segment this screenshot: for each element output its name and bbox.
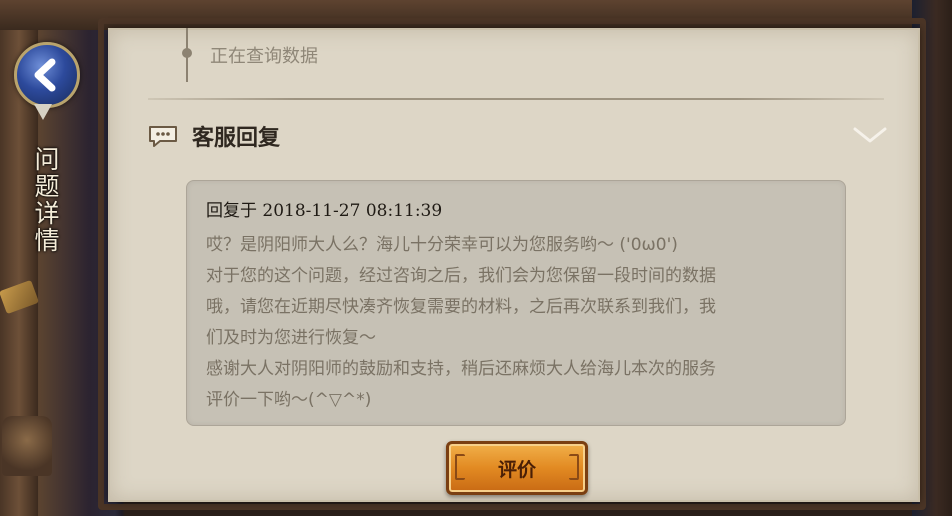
rate-button[interactable]: 评价 — [446, 441, 588, 495]
reply-line: 哦，请您在近期尽快凑齐恢复需要的材料，之后再次联系到我们，我 — [206, 297, 716, 317]
section-title: 客服回复 — [192, 126, 281, 151]
timeline-status-text: 正在查询数据 — [210, 46, 318, 67]
pillar-ornament — [2, 416, 52, 476]
reply-body: 哎？是阴阳师大人么？海儿十分荣幸可以为您服务哟～ ('0ω0') 对于您的这个问… — [206, 230, 826, 416]
rate-button-label: 评价 — [497, 458, 536, 481]
reply-timestamp: 回复于 2018-11-27 08:11:39 — [206, 201, 443, 221]
reply-line: 评价一下哟～(^▽^*) — [206, 390, 372, 410]
back-arrow-icon — [34, 58, 56, 92]
page-title: 问题详情 — [31, 146, 60, 254]
reply-line: 对于您的这个问题，经过咨询之后，我们会为您保留一段时间的数据 — [206, 266, 716, 286]
reply-line: 们及时为您进行恢复～ — [206, 328, 376, 348]
chevron-down-icon[interactable] — [852, 124, 888, 146]
chat-bubble-icon — [149, 126, 177, 147]
reply-line: 哎？是阴阳师大人么？海儿十分荣幸可以为您服务哟～ ('0ω0') — [206, 235, 678, 255]
reply-line: 感谢大人对阴阳师的鼓励和支持，稍后还麻烦大人给海儿本次的服务 — [206, 359, 716, 379]
back-button[interactable] — [14, 42, 80, 108]
timeline-dot — [182, 48, 192, 58]
section-divider — [148, 98, 884, 100]
